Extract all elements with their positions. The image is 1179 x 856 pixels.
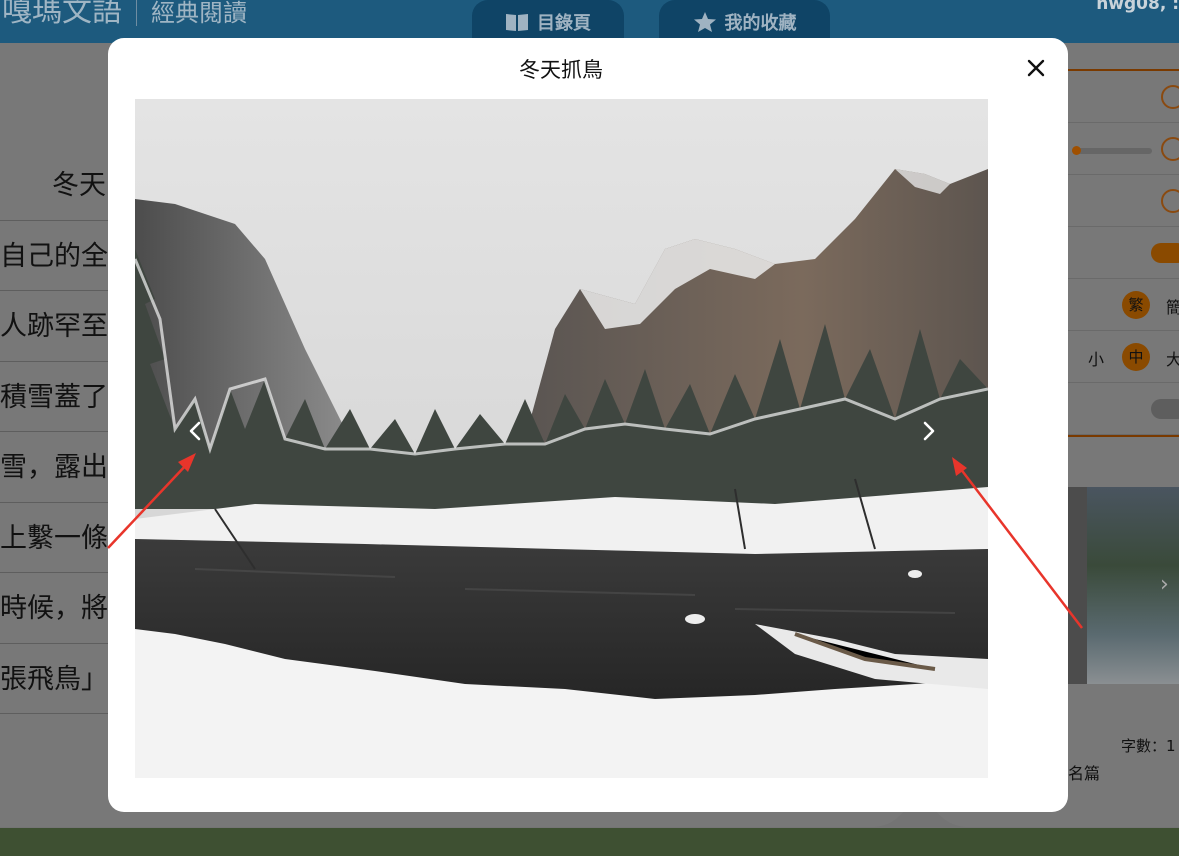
font-size-row: 小 中 大 [1068, 331, 1179, 383]
next-image-button[interactable] [914, 411, 944, 451]
gallery-thumbnail[interactable] [1068, 487, 1087, 684]
play-button[interactable] [1161, 85, 1179, 109]
font-size-small-button[interactable]: 小 [1088, 346, 1104, 370]
simplified-chinese-button[interactable]: 簡 [1166, 294, 1179, 318]
article-line: 自己的全 [0, 221, 108, 291]
feature-toggle-off[interactable] [1151, 399, 1179, 419]
feature-toggle-on[interactable] [1151, 243, 1179, 263]
close-icon [1027, 59, 1045, 77]
modal-photo [135, 99, 988, 778]
article-line: 雪，露出 [0, 432, 108, 503]
top-navigation-bar: 嘎瑪文語 經典閱讀 目錄頁 我的收藏 hwg08, : [0, 0, 1179, 43]
toggle-row [1068, 227, 1179, 279]
previous-image-button[interactable] [180, 411, 210, 451]
page-footer [0, 828, 1179, 856]
article-line: 張飛鳥」 [0, 644, 108, 714]
brand-divider [136, 0, 137, 26]
word-count: 字數：1 [1121, 737, 1176, 755]
article-title-line: 冬天 [0, 150, 108, 221]
font-size-large-button[interactable]: 大 [1166, 346, 1179, 370]
chevron-left-icon [189, 421, 201, 441]
panel-bottom-divider [1068, 435, 1179, 437]
user-account[interactable]: hwg08, : [1096, 0, 1179, 14]
microphone-button[interactable] [1161, 189, 1179, 213]
modal-title: 冬天抓鳥 [519, 58, 603, 82]
article-text: 冬天 自己的全 人跡罕至 積雪蓋了 雪，露出 上繫一條 時候，將 張飛鳥」 [0, 150, 108, 714]
settings-panel: 繁 簡 小 中 大 [1068, 69, 1179, 437]
chevron-right-icon[interactable]: › [1160, 572, 1169, 597]
close-button[interactable] [1024, 56, 1048, 80]
category-label: 名篇 [1068, 764, 1101, 783]
traditional-chinese-button[interactable]: 繁 [1122, 291, 1150, 319]
brand-subtitle: 經典閱讀 [151, 0, 247, 27]
font-size-medium-button[interactable]: 中 [1122, 343, 1150, 371]
play-button[interactable] [1161, 137, 1179, 161]
article-line: 人跡罕至 [0, 291, 108, 362]
tab-table-of-contents[interactable]: 目錄頁 [472, 0, 624, 43]
image-viewer-modal: 冬天抓鳥 [108, 38, 1068, 812]
chevron-right-icon [923, 421, 935, 441]
article-line: 上繫一條 [0, 503, 108, 573]
tab-table-of-contents-label: 目錄頁 [537, 12, 591, 34]
tab-my-favorites[interactable]: 我的收藏 [659, 0, 830, 43]
brand: 嘎瑪文語 經典閱讀 [2, 0, 247, 30]
article-line: 時候，將 [0, 573, 108, 644]
tab-my-favorites-label: 我的收藏 [724, 12, 797, 34]
audio-row-1 [1068, 71, 1179, 123]
audio-progress-slider[interactable] [1072, 148, 1152, 154]
audio-progress-handle[interactable] [1072, 146, 1081, 155]
star-icon [693, 11, 716, 32]
snow-valley-image [135, 99, 988, 778]
book-icon [506, 13, 528, 31]
brand-title: 嘎瑪文語 [2, 0, 122, 29]
script-row: 繁 簡 [1068, 279, 1179, 331]
article-line: 積雪蓋了 [0, 362, 108, 432]
record-row [1068, 175, 1179, 227]
toggle-row-2 [1068, 383, 1179, 435]
audio-row-2 [1068, 123, 1179, 175]
